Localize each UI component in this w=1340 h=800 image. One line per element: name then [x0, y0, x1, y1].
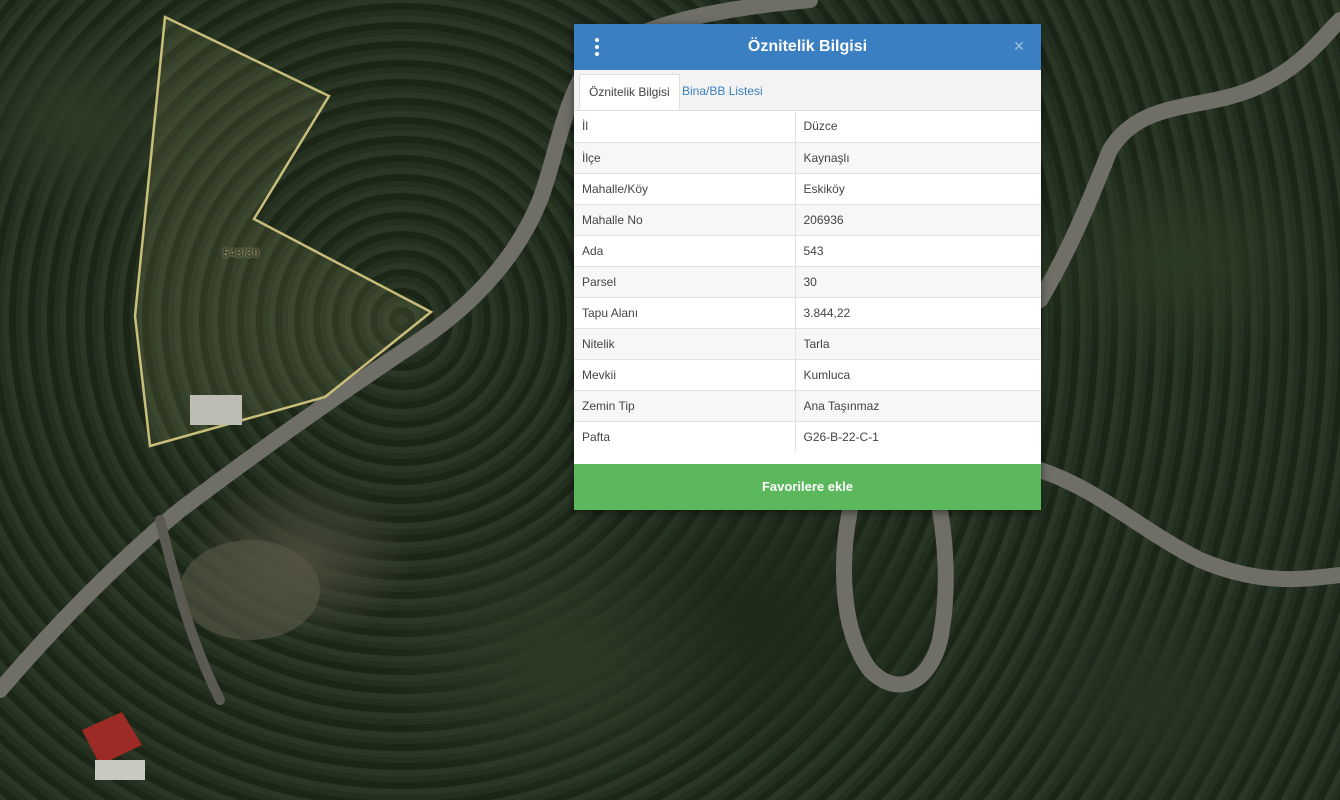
- table-row: Nitelik Tarla: [574, 327, 1041, 359]
- attribute-value: 30: [795, 265, 1041, 297]
- attribute-value: Ana Taşınmaz: [795, 389, 1041, 421]
- add-favorite-button[interactable]: Favorilere ekle: [574, 464, 1041, 510]
- close-icon[interactable]: ×: [1009, 36, 1029, 56]
- attribute-value: 543: [795, 234, 1041, 266]
- table-row: Ada 543: [574, 234, 1041, 266]
- attribute-value: Eskiköy: [795, 172, 1041, 204]
- road: [1032, 12, 1340, 308]
- attribute-value: G26-B-22-C-1: [795, 420, 1041, 452]
- attribute-key: Mahalle No: [574, 203, 796, 235]
- attribute-panel: Öznitelik Bilgisi × Öznitelik Bilgisi Bi…: [574, 24, 1041, 510]
- attribute-value: Tarla: [795, 327, 1041, 359]
- panel-header: Öznitelik Bilgisi ×: [574, 24, 1041, 70]
- attribute-key: İlçe: [574, 141, 796, 173]
- panel-title: Öznitelik Bilgisi: [747, 38, 868, 55]
- table-row: Zemin Tip Ana Taşınmaz: [574, 389, 1041, 421]
- tab-building-list[interactable]: Bina/BB Listesi: [673, 74, 772, 110]
- attribute-value: Kumluca: [795, 358, 1041, 390]
- tab-attribute-info[interactable]: Öznitelik Bilgisi: [579, 74, 680, 110]
- attribute-key: Pafta: [574, 420, 796, 452]
- table-row: Mahalle/Köy Eskiköy: [574, 172, 1041, 204]
- attribute-value: 206936: [795, 203, 1041, 235]
- attribute-key: Zemin Tip: [574, 389, 796, 421]
- attribute-key: Mevkii: [574, 358, 796, 390]
- table-row: İlçe Kaynaşlı: [574, 141, 1041, 173]
- attribute-value: Düzce: [803, 119, 838, 134]
- road: [1032, 462, 1340, 588]
- table-row: Parsel 30: [574, 265, 1041, 297]
- parcel-outline: [133, 15, 434, 448]
- table-row: Mahalle No 206936: [574, 203, 1041, 235]
- attribute-key: Nitelik: [574, 327, 796, 359]
- attribute-key: İl: [574, 111, 796, 142]
- building: [190, 395, 242, 425]
- attribute-key: Parsel: [574, 265, 796, 297]
- building: [95, 760, 145, 780]
- attribute-table: İl Düzce İlçe Kaynaşlı Mahalle/Köy Eskik…: [574, 111, 1041, 452]
- table-row: İl Düzce: [574, 111, 1041, 142]
- tab-bar: Öznitelik Bilgisi Bina/BB Listesi: [574, 70, 1041, 111]
- attribute-value: Kaynaşlı: [795, 141, 1041, 173]
- attribute-key: Ada: [574, 234, 796, 266]
- table-row: Tapu Alanı 3.844,22: [574, 296, 1041, 328]
- clearing: [180, 540, 320, 640]
- attribute-key: Mahalle/Köy: [574, 172, 796, 204]
- parcel-label: 543/30: [222, 246, 260, 260]
- table-row: Mevkii Kumluca: [574, 358, 1041, 390]
- attribute-value: 3.844,22: [795, 296, 1041, 328]
- road: [836, 502, 954, 693]
- building-red-roof: [82, 712, 142, 765]
- attribute-key: Tapu Alanı: [574, 296, 796, 328]
- table-row: Pafta G26-B-22-C-1: [574, 420, 1041, 452]
